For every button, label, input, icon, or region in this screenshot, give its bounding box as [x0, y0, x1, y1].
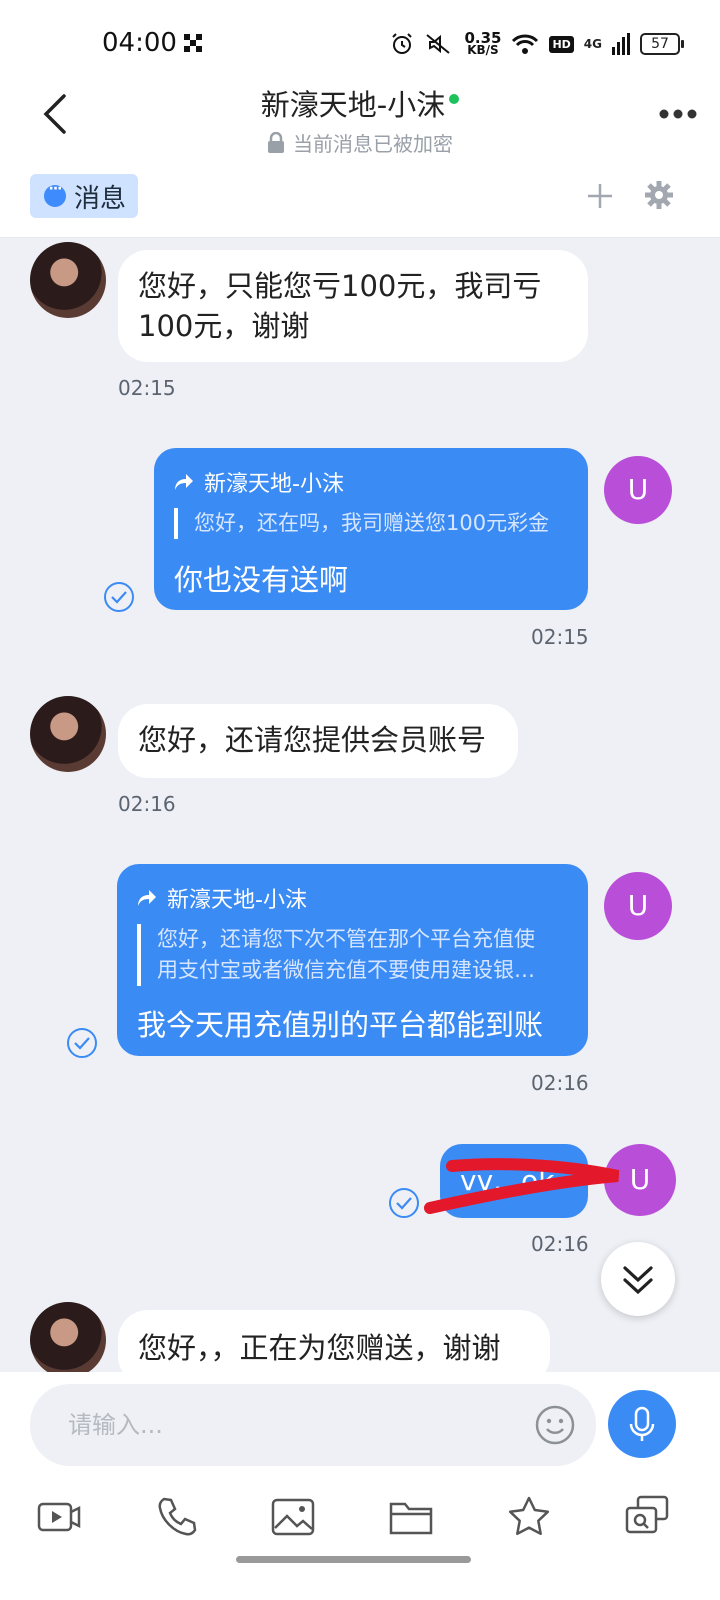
encryption-text: 当前消息已被加密	[293, 132, 453, 156]
message-text: 您好，，正在为您赠送，谢谢	[138, 1331, 501, 1365]
attachment-toolbar	[0, 1482, 720, 1600]
encryption-notice: 当前消息已被加密	[267, 128, 453, 157]
network-type: 4G	[583, 37, 602, 51]
forward-source: 新濠天地-小沫	[167, 888, 307, 913]
status-time: 04:00	[102, 28, 177, 58]
tab-bar: 消息	[0, 160, 720, 238]
quoted-line: 您好，还请您下次不管在那个平台充值使	[157, 927, 535, 951]
chat-title: 新濠天地-小沫	[260, 88, 446, 122]
contact-avatar[interactable]	[30, 242, 106, 318]
more-icon[interactable]	[658, 104, 698, 124]
message-time: 02:15	[118, 376, 176, 400]
lock-icon	[268, 131, 284, 153]
composer	[0, 1372, 720, 1482]
message-list[interactable]: 您好，只能您亏100元，我司亏 100元，谢谢 02:15 新濠天地-小沫 您好…	[0, 238, 720, 1372]
message-text: 我今天用充值别的平台都能到账	[137, 1008, 544, 1042]
forward-header: 新濠天地-小沫	[174, 466, 568, 498]
message-text-line: 您好，只能您亏100元，我司亏	[138, 269, 542, 303]
message-text-line: 100元，谢谢	[138, 309, 310, 343]
contact-avatar[interactable]	[30, 696, 106, 772]
voice-button[interactable]	[608, 1390, 676, 1458]
read-check-icon	[104, 582, 134, 612]
title-block: 新濠天地-小沫 当前消息已被加密	[0, 82, 720, 158]
folder-icon[interactable]	[388, 1494, 434, 1540]
message-input-box[interactable]	[30, 1384, 596, 1466]
qr-icon	[184, 34, 202, 52]
gear-icon[interactable]	[644, 180, 674, 210]
tab-messages-label: 消息	[74, 183, 127, 214]
message-bubble-incoming[interactable]: 您好，只能您亏100元，我司亏 100元，谢谢	[118, 250, 588, 362]
hd-badge: HD	[549, 35, 574, 53]
star-icon[interactable]	[506, 1494, 552, 1540]
message-text: 你也没有送啊	[174, 563, 349, 597]
read-check-icon	[67, 1028, 97, 1058]
message-time: 02:15	[531, 625, 589, 649]
redaction-scribble	[424, 1158, 620, 1214]
home-indicator[interactable]	[236, 1556, 471, 1563]
contact-avatar[interactable]	[30, 1302, 106, 1372]
scroll-to-bottom-button[interactable]	[601, 1242, 675, 1316]
online-status-dot	[449, 94, 460, 104]
forward-icon	[175, 474, 193, 490]
user-avatar[interactable]: U	[604, 872, 672, 940]
quoted-message: 您好，还在吗，我司赠送您100元彩金	[174, 508, 568, 539]
status-bar: 04:00 0.35 KB/S HD 4G 57	[0, 0, 720, 80]
message-time: 02:16	[531, 1071, 589, 1095]
double-chevron-down-icon	[623, 1266, 653, 1295]
message-bubble-incoming[interactable]: 您好，，正在为您赠送，谢谢	[118, 1310, 550, 1372]
message-text: 您好，还请您提供会员账号	[138, 723, 487, 757]
emoji-icon[interactable]	[534, 1404, 576, 1446]
quoted-message: 您好，还请您下次不管在那个平台充值使 用支付宝或者微信充值不要使用建设银…	[137, 924, 568, 986]
user-avatar[interactable]: U	[604, 456, 672, 524]
phone-icon[interactable]	[154, 1494, 200, 1540]
message-bubble-outgoing[interactable]: 新濠天地-小沫 您好，还在吗，我司赠送您100元彩金 你也没有送啊	[154, 448, 588, 610]
tab-messages[interactable]: 消息	[30, 174, 138, 218]
forward-header: 新濠天地-小沫	[137, 882, 568, 914]
search-chat-icon[interactable]	[624, 1494, 670, 1540]
image-icon[interactable]	[270, 1494, 316, 1540]
mute-icon	[426, 34, 451, 54]
add-icon[interactable]	[584, 180, 616, 212]
message-time: 02:16	[531, 1232, 589, 1256]
microphone-icon	[629, 1406, 655, 1441]
battery-indicator: 57	[640, 33, 684, 55]
chat-bubble-icon	[44, 181, 66, 207]
message-bubble-incoming[interactable]: 您好，还请您提供会员账号	[118, 704, 518, 778]
forward-icon	[138, 890, 156, 906]
network-speed: 0.35 KB/S	[464, 29, 502, 57]
chat-header: 新濠天地-小沫 当前消息已被加密	[0, 80, 720, 160]
message-input[interactable]	[68, 1384, 528, 1466]
quoted-line: 用支付宝或者微信充值不要使用建设银…	[157, 958, 535, 982]
read-check-icon	[389, 1188, 419, 1218]
signal-icon	[612, 33, 630, 55]
status-icons: 0.35 KB/S HD 4G 57	[390, 29, 684, 58]
message-time: 02:16	[118, 792, 176, 816]
alarm-icon	[392, 33, 413, 54]
message-bubble-outgoing[interactable]: 新濠天地-小沫 您好，还请您下次不管在那个平台充值使 用支付宝或者微信充值不要使…	[117, 864, 588, 1056]
forward-source: 新濠天地-小沫	[204, 472, 344, 497]
video-icon[interactable]	[36, 1494, 82, 1540]
wifi-icon	[512, 34, 539, 54]
